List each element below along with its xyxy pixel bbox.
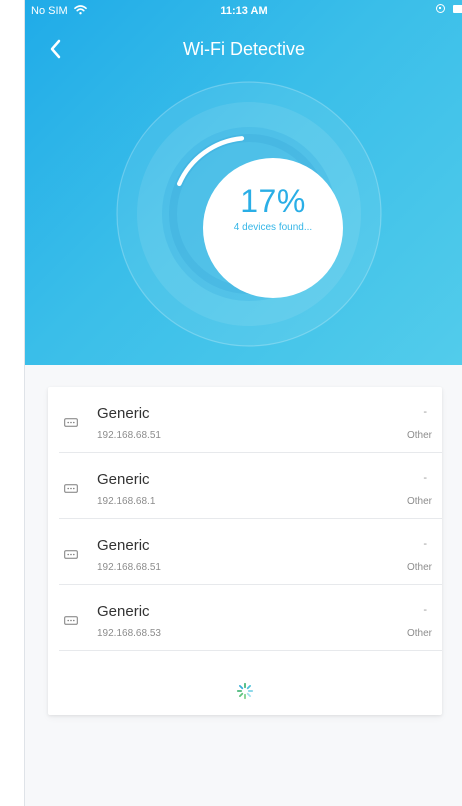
device-ip: 192.168.68.53 [97, 628, 161, 639]
scan-percent: 17% [240, 183, 306, 219]
device-dots-icon [64, 484, 78, 493]
device-signal: - [423, 472, 427, 484]
scan-header: No SIM 11:13 AM Wi-Fi Detective 17% 4 de… [25, 0, 462, 365]
app-screen: No SIM 11:13 AM Wi-Fi Detective 17% 4 de… [24, 0, 462, 806]
device-type: Other [406, 562, 432, 573]
device-name: Generic [97, 405, 150, 422]
device-ip: 192.168.68.1 [97, 496, 156, 507]
device-name: Generic [97, 471, 150, 488]
scan-progress-center: 17% 4 devices found... [203, 158, 343, 298]
device-dots-icon [64, 616, 78, 625]
device-ip: 192.168.68.51 [97, 430, 161, 441]
device-row[interactable]: Generic 192.168.68.51 - Other [48, 387, 442, 453]
device-row[interactable]: Generic 192.168.68.53 - Other [48, 585, 442, 651]
device-signal: - [423, 604, 427, 616]
device-name: Generic [97, 537, 150, 554]
device-type: Other [406, 430, 432, 441]
device-signal: - [423, 538, 427, 550]
devices-found-text: 4 devices found... [233, 222, 313, 233]
device-name: Generic [97, 603, 150, 620]
device-list-card: Generic 192.168.68.51 - Other Generic 19… [48, 387, 442, 715]
device-row[interactable]: Generic 192.168.68.51 - Other [48, 519, 442, 585]
device-signal: - [423, 406, 427, 418]
device-dots-icon [64, 418, 78, 427]
device-type: Other [406, 496, 432, 507]
device-type: Other [406, 628, 432, 639]
device-ip: 192.168.68.51 [97, 562, 161, 573]
loading-spinner-icon [236, 682, 254, 700]
row-divider [59, 650, 442, 651]
device-row[interactable]: Generic 192.168.68.1 - Other [48, 453, 442, 519]
loading-indicator [48, 667, 442, 715]
device-dots-icon [64, 550, 78, 559]
